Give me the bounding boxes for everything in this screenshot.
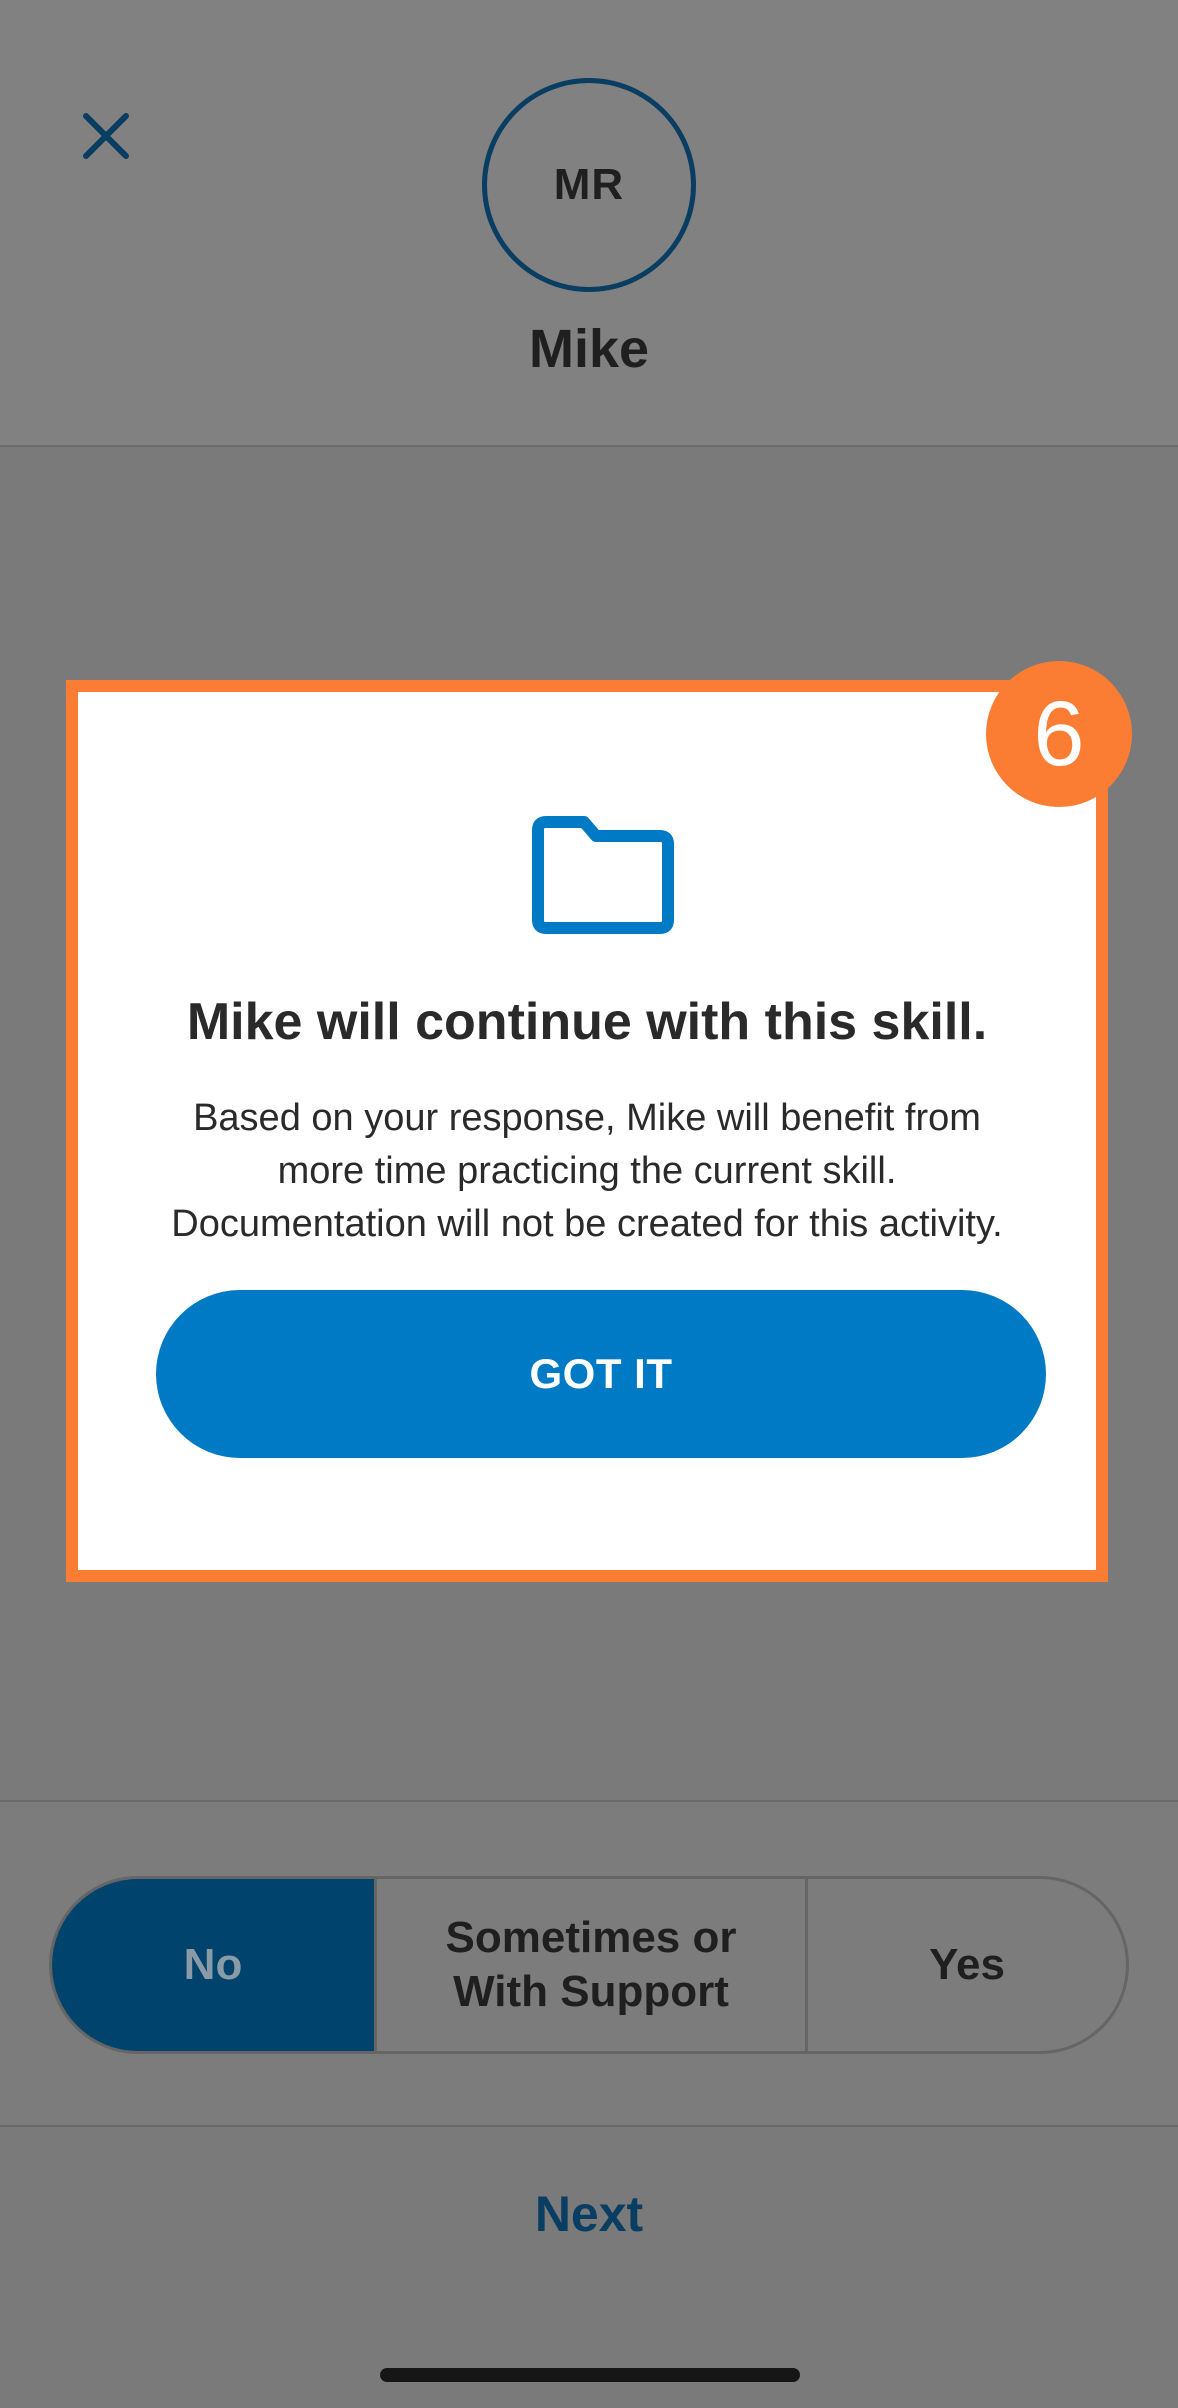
answer-area: No Sometimes or With Support Yes — [0, 1800, 1178, 2127]
answer-segmented-control: No Sometimes or With Support Yes — [49, 1876, 1129, 2054]
avatar-initials: MR — [553, 160, 625, 209]
info-modal: Mike will continue with this skill. Base… — [66, 680, 1108, 1582]
screen: MR Mike No Sometimes or With Support Yes… — [0, 0, 1178, 2408]
answer-option-no[interactable]: No — [52, 1879, 374, 2051]
folder-icon — [532, 816, 674, 934]
step-badge: 6 — [986, 661, 1132, 807]
user-name: Mike — [528, 319, 650, 379]
header: MR Mike — [0, 0, 1178, 447]
home-indicator — [380, 2368, 800, 2382]
got-it-button[interactable]: GOT IT — [156, 1290, 1046, 1458]
answer-option-sometimes[interactable]: Sometimes or With Support — [374, 1879, 808, 2051]
next-button[interactable]: Next — [0, 2185, 1178, 2243]
close-icon[interactable] — [80, 110, 132, 162]
answer-option-yes[interactable]: Yes — [808, 1879, 1126, 2051]
modal-title: Mike will continue with this skill. — [186, 993, 988, 1051]
avatar: MR — [482, 78, 696, 292]
modal-body: Based on your response, Mike will benefi… — [171, 1097, 1003, 1245]
